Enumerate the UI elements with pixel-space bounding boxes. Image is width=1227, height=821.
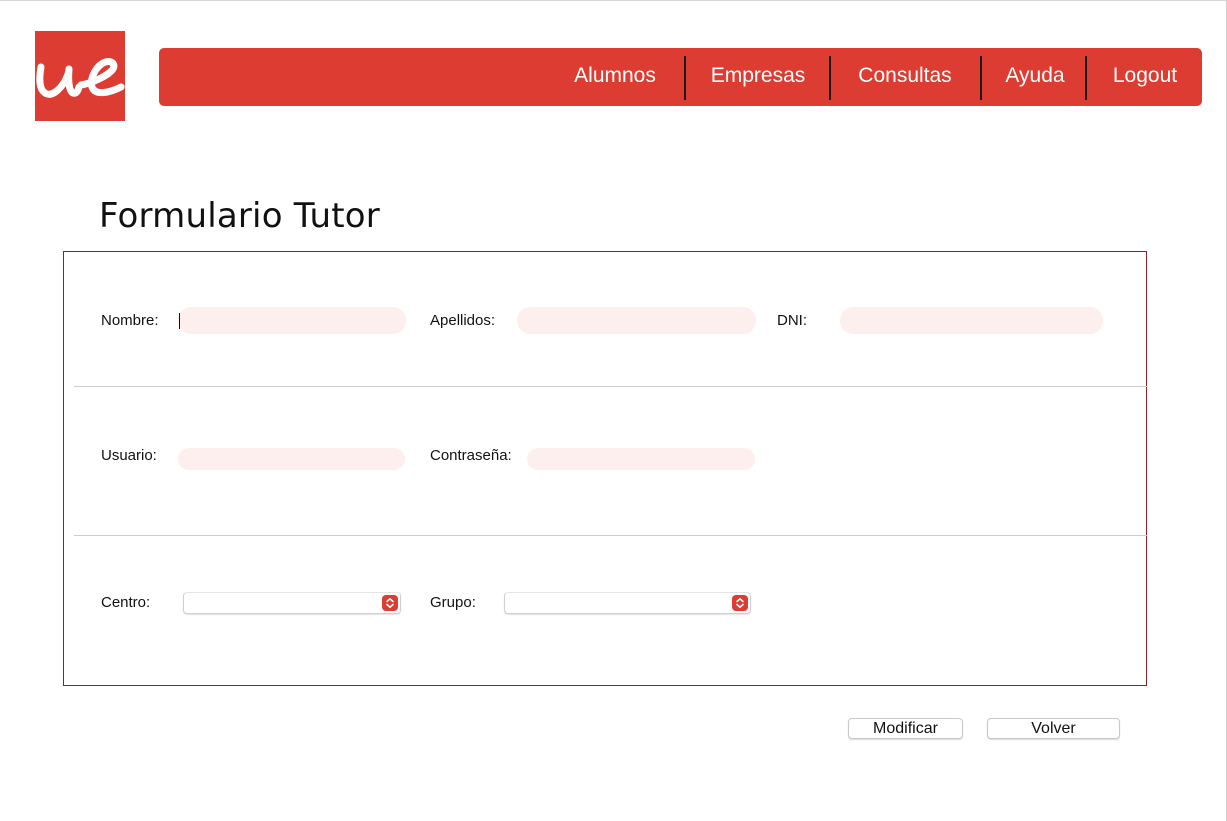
dni-input[interactable] <box>840 307 1103 334</box>
usuario-input[interactable] <box>178 448 405 470</box>
modificar-button[interactable]: Modificar <box>848 718 963 739</box>
ue-logo-mark <box>36 58 125 98</box>
nav-item-logout[interactable]: Logout <box>1099 48 1191 106</box>
nav-item-ayuda[interactable]: Ayuda <box>993 48 1077 106</box>
nombre-label: Nombre: <box>101 312 159 329</box>
nav-separator <box>829 56 831 100</box>
text-cursor <box>179 313 180 329</box>
apellidos-input[interactable] <box>517 307 756 334</box>
usuario-label: Usuario: <box>101 447 157 464</box>
row-divider <box>74 386 1147 387</box>
contrasena-input[interactable] <box>527 448 755 470</box>
nombre-input[interactable] <box>178 307 406 334</box>
row-divider <box>74 535 1147 536</box>
main-navbar: Alumnos Empresas Consultas Ayuda Logout <box>159 48 1202 106</box>
select-chevron-icon <box>382 595 398 611</box>
select-chevron-icon <box>732 595 748 611</box>
contrasena-label: Contraseña: <box>430 447 512 464</box>
nav-separator <box>684 56 686 100</box>
volver-button[interactable]: Volver <box>987 718 1120 739</box>
nav-item-empresas[interactable]: Empresas <box>697 48 819 106</box>
page-title: Formulario Tutor <box>99 196 380 236</box>
grupo-select[interactable] <box>504 592 751 614</box>
centro-label: Centro: <box>101 594 151 611</box>
dni-label: DNI: <box>777 312 807 329</box>
nav-separator <box>980 56 982 100</box>
ue-logo[interactable] <box>35 31 125 121</box>
grupo-label: Grupo: <box>430 594 476 611</box>
apellidos-label: Apellidos: <box>430 312 496 329</box>
nav-separator <box>1085 56 1087 100</box>
centro-select[interactable] <box>183 592 401 614</box>
nav-item-alumnos[interactable]: Alumnos <box>560 48 670 106</box>
nav-item-consultas[interactable]: Consultas <box>842 48 968 106</box>
